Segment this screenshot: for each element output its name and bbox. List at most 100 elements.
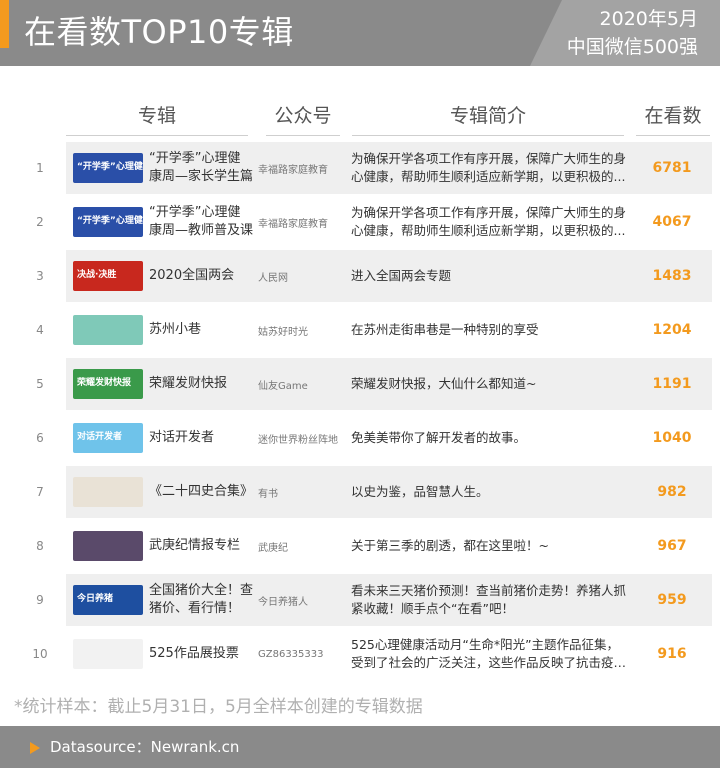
account-name: 今日养猪人: [258, 596, 308, 608]
thumbnail-caption: “开学季”心理健康教育周: [77, 162, 143, 172]
rank-number: 8: [36, 539, 44, 553]
title-accent: [0, 0, 9, 48]
album-description-text: 免美美带你了解开发者的故事。: [351, 430, 527, 445]
album-title[interactable]: 2020全国两会: [149, 250, 253, 302]
table-row[interactable]: 10 525作品展投票 GZ86335333 525心理健康活动月“生命*阳光”…: [0, 628, 720, 680]
album-description: 免美美带你了解开发者的故事。: [351, 412, 631, 464]
album-title[interactable]: 荣耀发财快报: [149, 358, 253, 410]
column-header-album: 专辑: [66, 100, 248, 136]
album-thumbnail[interactable]: “开学季”心理健康教育周: [73, 207, 143, 237]
album-title[interactable]: 525作品展投票: [149, 628, 253, 680]
rank-number: 10: [32, 647, 48, 661]
column-header-views-label: 在看数: [644, 105, 702, 127]
report-subtitle: 中国微信500强: [566, 36, 698, 58]
album-title[interactable]: 对话开发者: [149, 412, 253, 464]
album-thumbnail[interactable]: “开学季”心理健康教育周: [73, 153, 143, 183]
account-name: 武庚纪: [258, 542, 288, 554]
view-count: 1040: [652, 430, 692, 446]
album-thumbnail[interactable]: 荣耀发财快报: [73, 369, 143, 399]
album-thumbnail[interactable]: 今日养猪: [73, 585, 143, 615]
album-thumbnail[interactable]: [73, 315, 143, 345]
thumbnail-caption: 决战·决胜: [77, 270, 117, 280]
album-title[interactable]: “开学季”心理健康周—教师普及课: [149, 196, 253, 248]
album-description: 荣耀发财快报，大仙什么都知道~: [351, 358, 631, 410]
thumbnail-caption: 对话开发者: [77, 432, 123, 442]
account-name: 仙友Game: [258, 380, 308, 392]
play-arrow-icon: [30, 742, 40, 754]
view-count: 1483: [652, 268, 692, 284]
table-row[interactable]: 7 《二十四史合集》 有书 以史为鉴，品智慧人生。 982: [0, 466, 720, 518]
album-description: 为确保开学各项工作有序开展，保障广大师生的身心健康，帮助师生顺利适应新学期，以更…: [351, 196, 631, 248]
rank-number: 7: [36, 485, 44, 499]
rank-number: 3: [36, 269, 44, 283]
view-count: 982: [657, 484, 687, 500]
column-header-divider: [266, 135, 340, 136]
thumbnail-caption: 荣耀发财快报: [77, 378, 132, 388]
album-description-text: 525心理健康活动月“生命*阳光”主题作品征集，受到了社会的广泛关注，这些作品反…: [351, 637, 620, 670]
rank-number: 6: [36, 431, 44, 445]
thumbnail-caption: 今日养猪: [77, 594, 114, 604]
column-header-description-label: 专辑简介: [449, 105, 526, 127]
album-thumbnail[interactable]: [73, 639, 143, 669]
album-thumbnail[interactable]: 对话开发者: [73, 423, 143, 453]
album-description-text: 为确保开学各项工作有序开展，保障广大师生的身心健康，帮助师生顺利适应新学期，以更…: [351, 151, 627, 184]
sample-note: *统计样本：截止5月31日，5月全样本创建的专辑数据: [14, 697, 423, 717]
thumbnail-caption: “开学季”心理健康教育周: [77, 216, 143, 226]
album-description: 525心理健康活动月“生命*阳光”主题作品征集，受到了社会的广泛关注，这些作品反…: [351, 628, 631, 680]
view-count: 1191: [652, 376, 692, 392]
album-description-text: 看未来三天猪价预测！查当前猪价走势！养猪人抓紧收藏！顺手点个“在看”吧！: [351, 583, 627, 616]
album-description: 进入全国两会专题: [351, 250, 631, 302]
account-name: GZ86335333: [258, 648, 324, 660]
rank-number: 2: [36, 215, 44, 229]
album-description: 在苏州走街串巷是一种特别的享受: [351, 304, 631, 356]
view-count: 6781: [652, 160, 692, 176]
table-row[interactable]: 8 武庚纪情报专栏 武庚纪 关于第三季的剧透，都在这里啦！~ 967: [0, 520, 720, 572]
table-row[interactable]: 9 今日养猪 全国猪价大全！查猪价、看行情！ 今日养猪人 看未来三天猪价预测！查…: [0, 574, 720, 626]
album-title[interactable]: 武庚纪情报专栏: [149, 520, 253, 572]
album-title[interactable]: 《二十四史合集》: [149, 466, 253, 518]
table-row[interactable]: 1 “开学季”心理健康教育周 “开学季”心理健康周—家长学生篇 幸福路家庭教育 …: [0, 142, 720, 194]
column-header-account-label: 公众号: [274, 105, 332, 127]
table-row[interactable]: 6 对话开发者 对话开发者 迷你世界粉丝阵地 免美美带你了解开发者的故事。 10…: [0, 412, 720, 464]
column-header-divider: [66, 135, 248, 136]
view-count: 967: [657, 538, 687, 554]
rank-number: 1: [36, 161, 44, 175]
table-row[interactable]: 4 苏州小巷 姑苏好时光 在苏州走街串巷是一种特别的享受 1204: [0, 304, 720, 356]
view-count: 916: [657, 646, 687, 662]
rank-number: 4: [36, 323, 44, 337]
table-row[interactable]: 3 决战·决胜 2020全国两会 人民网 进入全国两会专题 1483: [0, 250, 720, 302]
album-description-text: 为确保开学各项工作有序开展，保障广大师生的身心健康，帮助师生顺利适应新学期，以更…: [351, 205, 627, 238]
album-thumbnail[interactable]: [73, 531, 143, 561]
column-header-divider: [352, 135, 624, 136]
album-description-text: 荣耀发财快报，大仙什么都知道~: [351, 376, 537, 391]
report-date: 2020年5月: [599, 8, 698, 30]
album-thumbnail[interactable]: [73, 477, 143, 507]
table-row[interactable]: 2 “开学季”心理健康教育周 “开学季”心理健康周—教师普及课 幸福路家庭教育 …: [0, 196, 720, 248]
album-description: 为确保开学各项工作有序开展，保障广大师生的身心健康，帮助师生顺利适应新学期，以更…: [351, 142, 631, 194]
account-name: 幸福路家庭教育: [258, 218, 328, 230]
album-title[interactable]: “开学季”心理健康周—家长学生篇: [149, 142, 253, 194]
album-title[interactable]: 全国猪价大全！查猪价、看行情！: [149, 574, 253, 626]
account-name: 姑苏好时光: [258, 326, 308, 338]
account-name: 人民网: [258, 272, 288, 284]
view-count: 959: [657, 592, 687, 608]
datasource-label: Datasource：Newrank.cn: [50, 738, 240, 756]
account-name: 幸福路家庭教育: [258, 164, 328, 176]
album-title[interactable]: 苏州小巷: [149, 304, 253, 356]
column-header-divider: [636, 135, 710, 136]
album-description: 看未来三天猪价预测！查当前猪价走势！养猪人抓紧收藏！顺手点个“在看”吧！: [351, 574, 631, 626]
column-header-description: 专辑简介: [352, 100, 624, 136]
album-description-text: 关于第三季的剧透，都在这里啦！~: [351, 538, 549, 553]
column-header-account: 公众号: [266, 100, 340, 136]
album-description-text: 进入全国两会专题: [351, 268, 452, 283]
column-header-album-label: 专辑: [137, 105, 176, 127]
page-title: 在看数TOP10专辑: [24, 13, 294, 51]
album-description: 以史为鉴，品智慧人生。: [351, 466, 631, 518]
album-description-text: 在苏州走街串巷是一种特别的享受: [351, 322, 539, 337]
rank-number: 5: [36, 377, 44, 391]
album-description: 关于第三季的剧透，都在这里啦！~: [351, 520, 631, 572]
table-row[interactable]: 5 荣耀发财快报 荣耀发财快报 仙友Game 荣耀发财快报，大仙什么都知道~ 1…: [0, 358, 720, 410]
view-count: 1204: [652, 322, 692, 338]
column-header-views: 在看数: [636, 100, 710, 136]
album-thumbnail[interactable]: 决战·决胜: [73, 261, 143, 291]
